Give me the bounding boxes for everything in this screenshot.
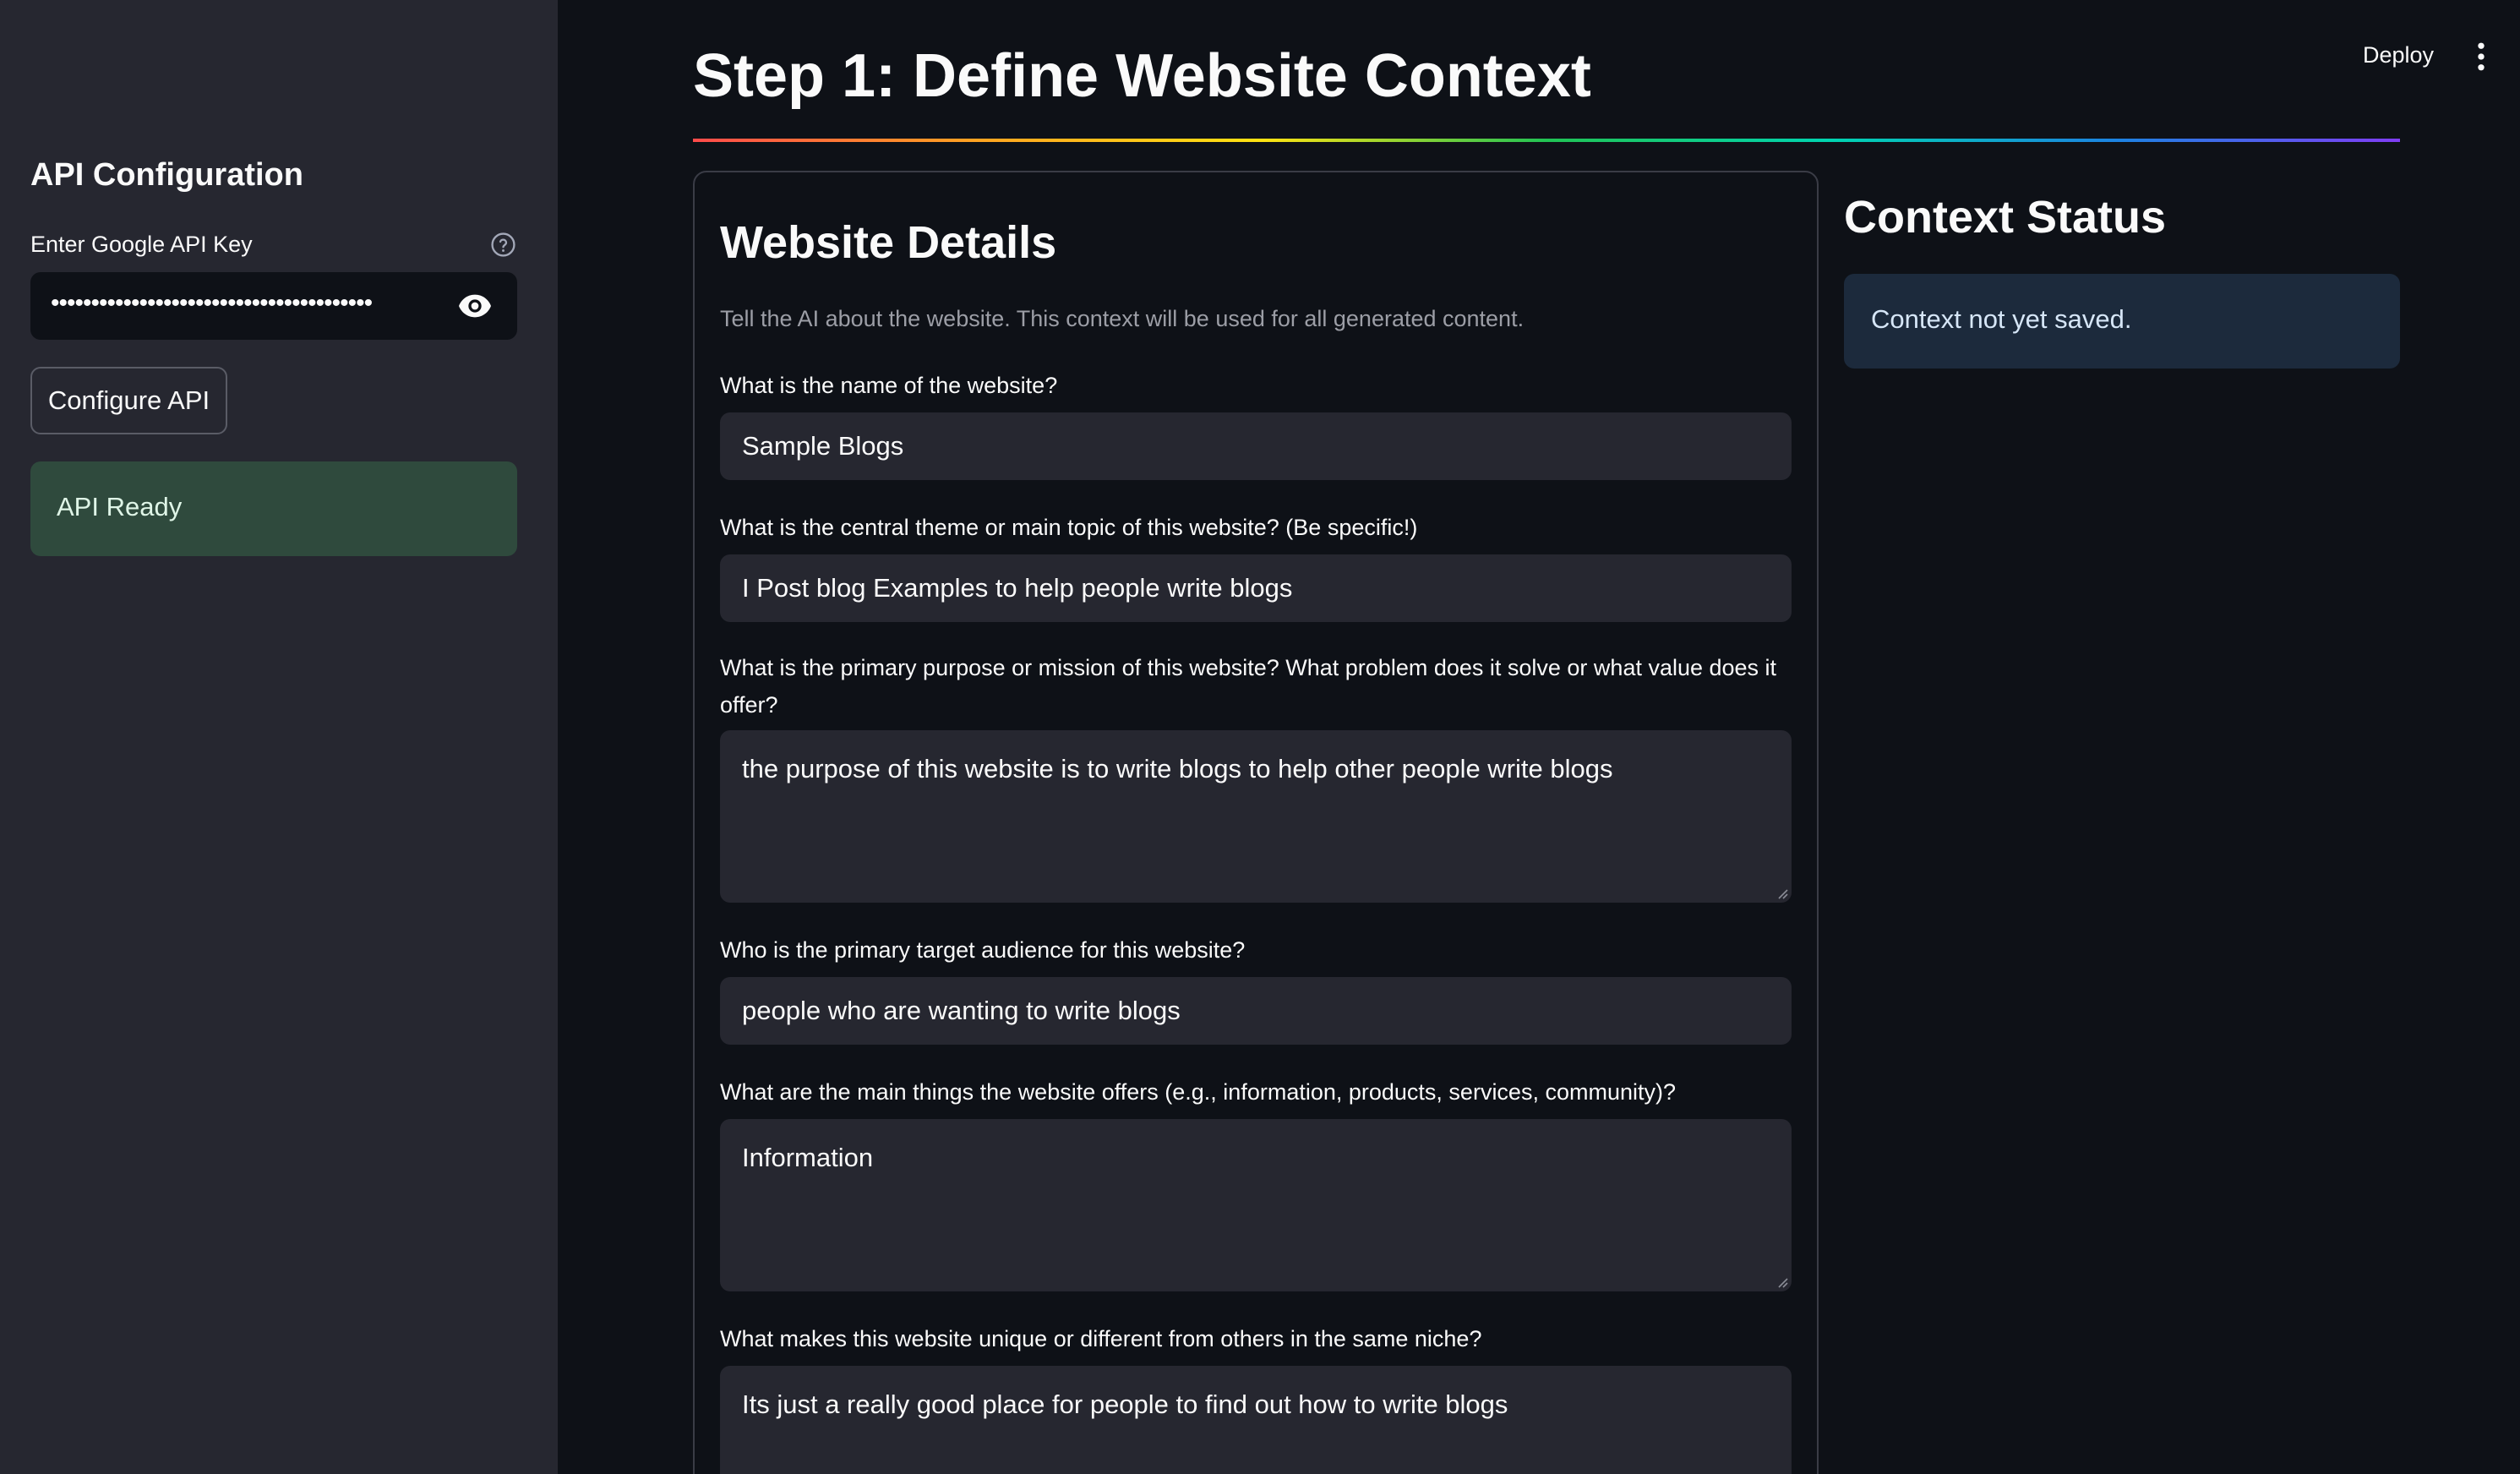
- offerings-text: Information: [742, 1143, 874, 1172]
- purpose-label: What is the primary purpose or mission o…: [720, 655, 1777, 718]
- context-status-title: Context Status: [1844, 192, 2167, 243]
- form-caption: Tell the AI about the website. This cont…: [720, 306, 1525, 331]
- central-theme-input[interactable]: I Post blog Examples to help people writ…: [720, 554, 1792, 622]
- offerings-textarea[interactable]: Information: [720, 1119, 1792, 1291]
- offerings-label: What are the main things the website off…: [720, 1079, 1676, 1105]
- target-audience-label: Who is the primary target audience for t…: [720, 937, 1246, 963]
- context-status-alert: Context not yet saved.: [1844, 274, 2400, 368]
- help-icon[interactable]: [490, 232, 516, 258]
- more-menu-icon[interactable]: [2471, 42, 2491, 71]
- sidebar-title: API Configuration: [30, 157, 303, 193]
- resize-handle-icon[interactable]: [1775, 886, 1788, 899]
- central-theme-label: What is the central theme or main topic …: [720, 515, 1418, 540]
- api-key-input[interactable]: ••••••••••••••••••••••••••••••••••••••••: [30, 272, 517, 340]
- resize-handle-icon[interactable]: [1775, 1275, 1788, 1288]
- purpose-textarea[interactable]: the purpose of this website is to write …: [720, 730, 1792, 903]
- uniqueness-textarea[interactable]: Its just a really good place for people …: [720, 1366, 1792, 1474]
- uniqueness-label: What makes this website unique or differ…: [720, 1326, 1482, 1351]
- deploy-button[interactable]: Deploy: [2363, 42, 2434, 68]
- api-key-label: Enter Google API Key: [30, 232, 253, 257]
- page-title: Step 1: Define Website Context: [693, 42, 1591, 110]
- heading-divider: [693, 139, 2400, 142]
- website-name-label: What is the name of the website?: [720, 373, 1058, 398]
- sidebar: API Configuration Enter Google API Key •…: [0, 0, 558, 1474]
- api-key-value: ••••••••••••••••••••••••••••••••••••••••: [51, 289, 373, 317]
- target-audience-input[interactable]: people who are wanting to write blogs: [720, 977, 1792, 1045]
- form-title: Website Details: [720, 217, 1057, 268]
- uniqueness-text: Its just a really good place for people …: [742, 1389, 1508, 1419]
- website-name-input[interactable]: Sample Blogs: [720, 412, 1792, 480]
- scroll-mask: [558, 0, 2520, 24]
- configure-api-button[interactable]: Configure API: [30, 367, 227, 434]
- eye-icon[interactable]: [458, 292, 492, 319]
- purpose-text: the purpose of this website is to write …: [742, 754, 1613, 783]
- api-status-alert: API Ready: [30, 461, 517, 556]
